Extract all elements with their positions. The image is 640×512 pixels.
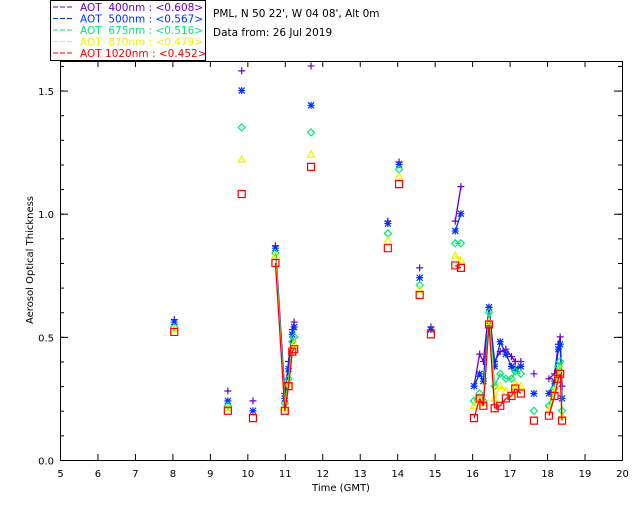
- y-tick-label: 1.0: [38, 210, 54, 221]
- series-line: [499, 341, 507, 355]
- data-point-diamond: [306, 128, 316, 137]
- x-tick-label: 18: [541, 469, 554, 480]
- y-tick-label: 1.5: [38, 87, 54, 98]
- plot-frame: [60, 61, 623, 461]
- data-point-diamond: [237, 123, 247, 132]
- data-point-square: [237, 189, 246, 199]
- data-point-plus: [307, 62, 315, 70]
- data-point-square: [248, 414, 258, 423]
- x-tick-label: 8: [170, 469, 176, 480]
- data-point-plus: [476, 350, 484, 358]
- data-point-square: [306, 162, 316, 172]
- data-point-asterisk: [307, 101, 315, 109]
- x-tick-label: 13: [354, 469, 367, 480]
- legend-entry: AOT 1020nm : <0.452>: [80, 48, 207, 60]
- data-point-plus: [556, 333, 564, 341]
- data-point-triangle: [450, 250, 460, 259]
- data-point-triangle: [306, 149, 316, 158]
- data-point-diamond: [383, 229, 393, 238]
- data-point-square: [529, 416, 539, 425]
- data-point-asterisk: [470, 382, 478, 390]
- data-point-asterisk: [476, 370, 484, 378]
- data-point-plus: [224, 387, 232, 395]
- data-point-plus: [238, 67, 246, 75]
- title-line-1: PML, N 50 22', W 04 08', Alt 0m: [213, 8, 380, 20]
- x-axis-label: Time (GMT): [311, 483, 370, 494]
- data-point-asterisk: [249, 407, 257, 415]
- x-tick-label: 5: [57, 469, 63, 480]
- x-tick-label: 11: [279, 469, 292, 480]
- data-point-asterisk: [224, 397, 232, 405]
- data-point-asterisk: [290, 323, 298, 331]
- data-point-asterisk: [530, 390, 538, 397]
- legend-entry: AOT 675nm : <0.516>: [80, 25, 203, 37]
- series-line: [494, 405, 501, 409]
- x-tick-label: 20: [616, 469, 629, 480]
- data-point-plus: [457, 183, 465, 191]
- legend-entry: AOT 870nm : <0.479>: [80, 37, 203, 49]
- x-tick-label: 19: [579, 469, 592, 480]
- x-tick-label: 9: [207, 469, 213, 480]
- x-tick-label: 7: [132, 469, 138, 480]
- data-point-triangle: [383, 236, 393, 244]
- data-point-triangle: [237, 154, 247, 163]
- x-tick-label: 15: [429, 469, 442, 480]
- series-line: [548, 373, 555, 380]
- y-tick-label: 0.0: [38, 457, 54, 468]
- data-point-plus: [416, 264, 424, 272]
- data-point-asterisk: [238, 87, 246, 95]
- data-point-asterisk: [457, 210, 465, 218]
- series-line: [514, 388, 522, 394]
- x-tick-label: 12: [316, 469, 329, 480]
- series-line: [455, 264, 462, 269]
- x-tick-label: 16: [466, 469, 479, 480]
- x-tick-label: 14: [391, 469, 404, 480]
- data-point-asterisk: [502, 350, 510, 358]
- y-tick-label: 0.5: [38, 333, 54, 344]
- data-point-asterisk: [427, 325, 435, 333]
- aot-chart: AOT 400nm : <0.608>AOT 500nm : <0.567>AO…: [25, 0, 629, 494]
- x-tick-label: 17: [504, 469, 517, 480]
- data-point-asterisk: [556, 340, 564, 348]
- data-point-asterisk: [395, 160, 403, 168]
- data-point-asterisk: [384, 220, 392, 228]
- data-point-asterisk: [496, 338, 504, 346]
- data-point-triangle: [394, 172, 404, 180]
- data-point-square: [394, 180, 404, 189]
- data-point-asterisk: [170, 318, 178, 326]
- data-point-diamond: [529, 406, 539, 416]
- data-point-asterisk: [271, 244, 279, 252]
- title-line-2: Data from: 26 Jul 2019: [213, 27, 332, 39]
- plot-marks: [169, 62, 567, 425]
- legend-entry: AOT 400nm : <0.608>: [80, 2, 203, 14]
- data-point-plus: [530, 370, 538, 378]
- y-axis-label: Aerosol Optical Thickness: [25, 196, 36, 324]
- data-point-asterisk: [485, 303, 493, 311]
- data-point-square: [383, 244, 392, 253]
- data-point-asterisk: [451, 227, 459, 235]
- x-axis: 5 6 7 8 9 10 11 12 13 14 15 16 17 18 19 20: [57, 61, 629, 480]
- x-tick-label: 6: [95, 469, 101, 480]
- data-point-asterisk: [517, 362, 525, 370]
- series-line: [274, 262, 286, 411]
- data-point-asterisk: [416, 274, 424, 282]
- x-tick-label: 10: [241, 469, 254, 480]
- legend-entry: AOT 500nm : <0.567>: [80, 14, 203, 26]
- data-point-plus: [249, 397, 257, 405]
